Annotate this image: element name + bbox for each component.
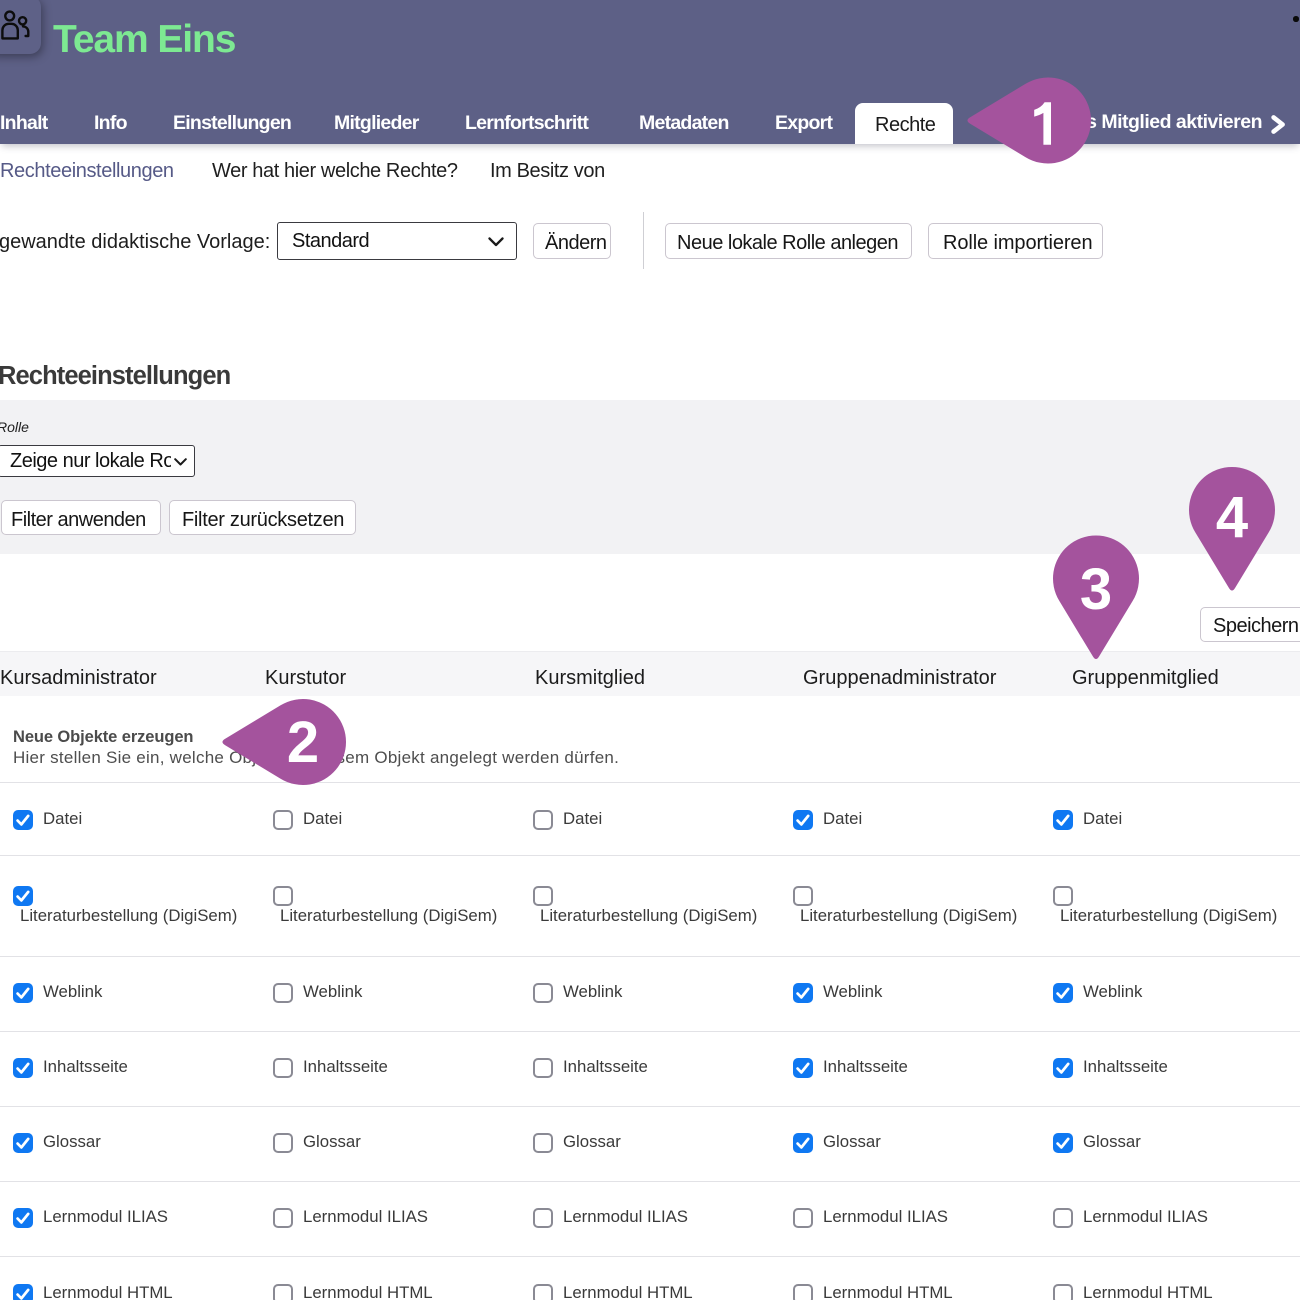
svg-text:4: 4 [1216,485,1248,550]
svg-text:3: 3 [1080,557,1112,622]
svg-text:2: 2 [287,710,319,775]
